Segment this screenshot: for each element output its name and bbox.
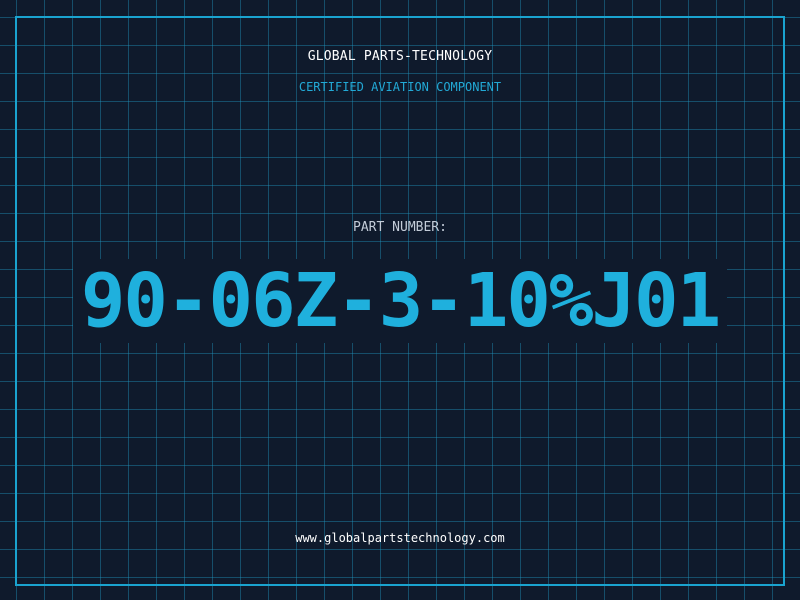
part-number-value: 90-06Z-3-10%J01	[72, 259, 728, 343]
part-number-container: 90-06Z-3-10%J01	[0, 256, 800, 346]
label-canvas: GLOBAL PARTS-TECHNOLOGY CERTIFIED AVIATI…	[0, 0, 800, 600]
certification-tagline: CERTIFIED AVIATION COMPONENT	[298, 80, 502, 94]
company-name: GLOBAL PARTS-TECHNOLOGY	[307, 49, 493, 64]
website-url: www.globalpartstechnology.com	[295, 531, 505, 545]
part-number-label: PART NUMBER:	[353, 220, 447, 235]
